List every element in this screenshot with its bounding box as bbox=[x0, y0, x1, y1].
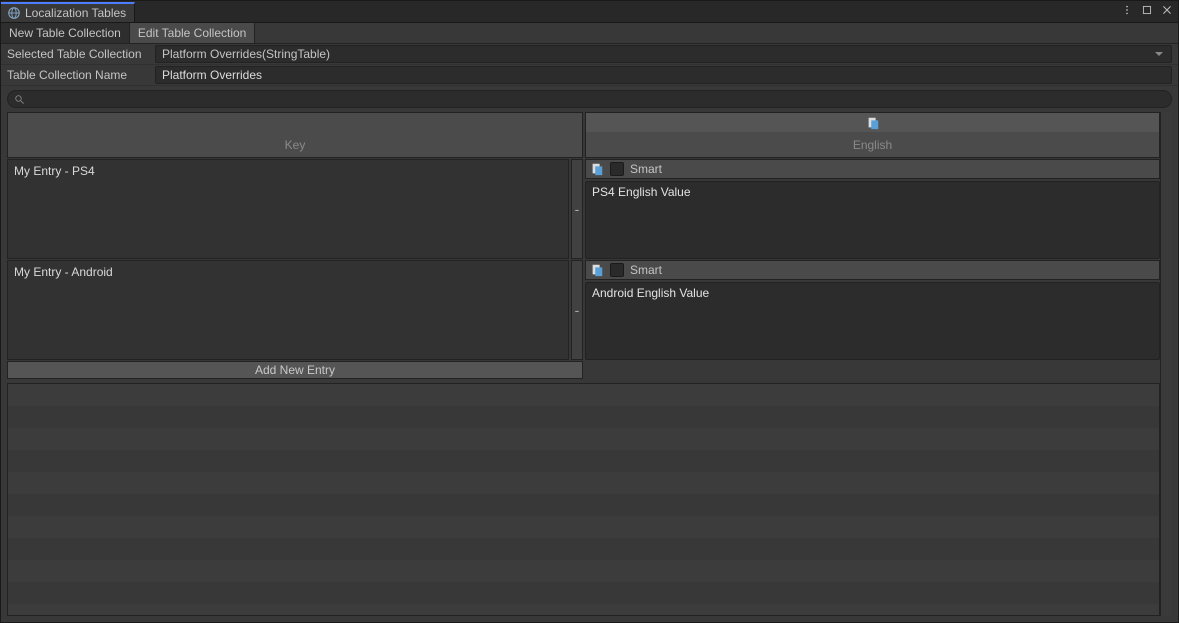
empty-rows-area bbox=[7, 383, 1160, 616]
tab-edit-table-collection[interactable]: Edit Table Collection bbox=[130, 23, 256, 43]
entry-key-cell[interactable]: My Entry - PS4 bbox=[7, 159, 569, 259]
entry-key-cell[interactable]: My Entry - Android bbox=[7, 260, 569, 360]
selected-collection-value: Platform Overrides(StringTable) bbox=[162, 47, 330, 61]
window-buttons bbox=[1120, 3, 1174, 17]
globe-icon bbox=[7, 6, 21, 20]
maximize-icon[interactable] bbox=[1140, 3, 1154, 17]
collection-name-input[interactable] bbox=[155, 66, 1172, 84]
document-icon[interactable] bbox=[590, 162, 604, 176]
selected-collection-row: Selected Table Collection Platform Overr… bbox=[1, 44, 1178, 65]
smart-checkbox[interactable] bbox=[610, 162, 624, 176]
key-header-label: Key bbox=[8, 132, 582, 157]
entry-key-text: My Entry - Android bbox=[14, 265, 113, 279]
smart-toggle-row: Smart bbox=[585, 260, 1160, 280]
collection-name-label: Table Collection Name bbox=[7, 68, 155, 82]
smart-label: Smart bbox=[630, 263, 662, 277]
entry-key-text: My Entry - PS4 bbox=[14, 164, 95, 178]
table-row: My Entry - PS4 - Smart bbox=[7, 159, 1160, 259]
entry-value-input[interactable] bbox=[585, 282, 1160, 360]
close-icon[interactable] bbox=[1160, 3, 1174, 17]
search-field[interactable] bbox=[7, 90, 1172, 108]
locale-column-header[interactable]: English bbox=[585, 112, 1160, 158]
smart-checkbox[interactable] bbox=[610, 263, 624, 277]
key-column-header[interactable]: Key bbox=[7, 112, 583, 158]
chevron-down-icon bbox=[1155, 52, 1163, 56]
search-icon bbox=[14, 94, 25, 105]
search-input[interactable] bbox=[29, 92, 1165, 106]
table-row: My Entry - Android - Smart bbox=[7, 260, 1160, 360]
smart-label: Smart bbox=[630, 162, 662, 176]
search-row bbox=[1, 86, 1178, 112]
window-title: Localization Tables bbox=[25, 6, 126, 20]
smart-toggle-row: Smart bbox=[585, 159, 1160, 179]
remove-entry-button[interactable]: - bbox=[571, 159, 583, 259]
entry-value-cell: Smart bbox=[585, 260, 1160, 360]
selected-collection-dropdown[interactable]: Platform Overrides(StringTable) bbox=[155, 45, 1172, 63]
tab-new-table-collection[interactable]: New Table Collection bbox=[1, 23, 130, 43]
selected-collection-label: Selected Table Collection bbox=[7, 47, 155, 61]
remove-entry-button[interactable]: - bbox=[571, 260, 583, 360]
entry-value-input[interactable] bbox=[585, 181, 1160, 259]
document-icon bbox=[866, 116, 880, 130]
localization-tables-window: Localization Tables New Table Collection… bbox=[0, 0, 1179, 623]
locale-icon-row bbox=[586, 113, 1159, 132]
locale-header-label: English bbox=[586, 132, 1159, 157]
vertical-scrollbar[interactable] bbox=[1160, 112, 1172, 616]
kebab-icon[interactable] bbox=[1120, 3, 1134, 17]
document-icon[interactable] bbox=[590, 263, 604, 277]
entry-value-cell: Smart bbox=[585, 159, 1160, 259]
title-bar: Localization Tables bbox=[1, 1, 1178, 23]
window-tab[interactable]: Localization Tables bbox=[1, 2, 135, 22]
add-new-entry-button[interactable]: Add New Entry bbox=[7, 361, 583, 379]
table-container: Key English My Entry - PS4 bbox=[1, 112, 1178, 622]
collection-name-row: Table Collection Name bbox=[1, 65, 1178, 86]
sub-tab-bar: New Table Collection Edit Table Collecti… bbox=[1, 23, 1178, 44]
column-headers: Key English bbox=[7, 112, 1160, 158]
